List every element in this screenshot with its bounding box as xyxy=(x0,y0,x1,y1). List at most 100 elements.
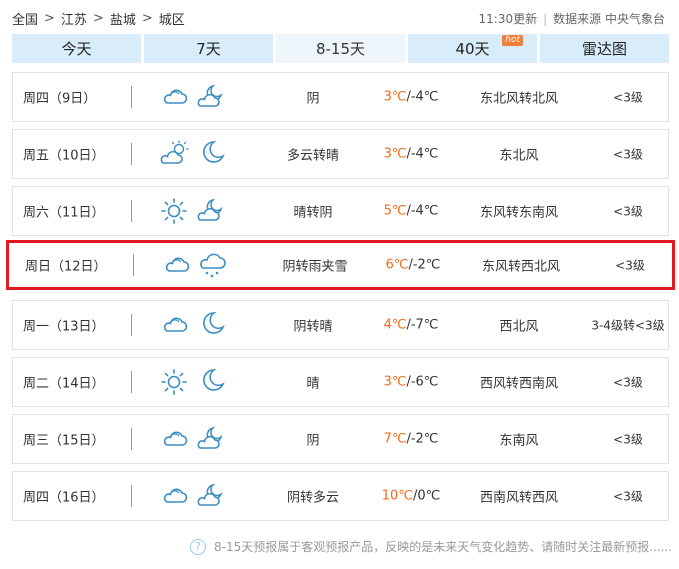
cloudy-icon xyxy=(161,250,191,280)
temp-low: /-2℃ xyxy=(406,431,439,447)
wind-level: <3级 xyxy=(613,204,643,219)
day-label: 周三（15日） xyxy=(23,433,105,449)
chevron-right-icon: > xyxy=(141,11,153,26)
wind-direction: 西南风转西风 xyxy=(479,490,558,506)
row-divider xyxy=(131,314,132,336)
cloudy-icon xyxy=(159,481,189,511)
wind-level: <3级 xyxy=(615,258,645,273)
cloudy-icon xyxy=(159,82,189,112)
breadcrumb-district: 城区 xyxy=(158,13,185,28)
breadcrumb: 全国 > 江苏 > 盐城 > 城区 xyxy=(12,9,185,28)
moon-icon xyxy=(195,139,225,169)
weather-description: 晴 xyxy=(306,376,320,392)
partly-cloudy-night-icon xyxy=(195,82,225,112)
update-time: 11:30更新 xyxy=(478,12,538,26)
hot-badge: hot xyxy=(502,35,523,46)
temp-high: 7℃ xyxy=(383,431,407,447)
tab-radar[interactable]: 雷达图 xyxy=(540,34,669,63)
help-icon[interactable]: ? xyxy=(190,538,206,555)
forecast-tabs: 今天 7天 8-15天 40天 hot 雷达图 xyxy=(12,34,669,63)
weather-description: 阴转多云 xyxy=(286,490,339,506)
row-divider xyxy=(131,485,132,507)
breadcrumb-national[interactable]: 全国 xyxy=(12,9,38,28)
temperature: 6℃/-2℃ xyxy=(363,258,463,273)
weather-description: 阴转晴 xyxy=(293,319,333,335)
sun-icon xyxy=(159,367,189,397)
cloudy-icon xyxy=(159,424,189,454)
tab-40-days[interactable]: 40天 hot xyxy=(408,34,537,63)
forecast-row: 周六（11日） 晴转阴 5℃/-4℃ 东风转东南风 <3级 xyxy=(12,186,669,236)
moon-icon xyxy=(195,367,225,397)
weather-description: 多云转晴 xyxy=(286,148,339,164)
tab-7-days[interactable]: 7天 xyxy=(144,34,273,63)
wind-direction: 西北风 xyxy=(499,319,539,335)
chevron-right-icon: > xyxy=(92,11,104,26)
wind-level: 3-4级转<3级 xyxy=(591,318,665,333)
breadcrumb-city[interactable]: 盐城 xyxy=(110,9,136,28)
partly-cloudy-night-icon xyxy=(195,481,225,511)
footer-text: 8-15天预报属于客观预报产品，反映的是未来天气变化趋势、请随时关注最新预报..… xyxy=(214,540,673,554)
footer-note: ? 8-15天预报属于客观预报产品，反映的是未来天气变化趋势、请随时关注最新预报… xyxy=(190,538,672,555)
wind-level: <3级 xyxy=(613,432,643,447)
sleet-icon xyxy=(197,250,227,280)
meta-divider: | xyxy=(543,11,548,26)
wind-level: <3级 xyxy=(613,147,643,162)
weather-description: 阴 xyxy=(306,91,320,107)
day-label: 周一（13日） xyxy=(23,319,105,335)
wind-level: <3级 xyxy=(613,375,643,390)
wind-direction: 西风转西南风 xyxy=(479,376,558,392)
forecast-row: 周五（10日） 多云转晴 3℃/-4℃ 东北风 <3级 xyxy=(12,129,669,179)
cloudy-icon xyxy=(159,310,189,340)
temp-low: /-6℃ xyxy=(406,374,439,390)
temperature: 7℃/-2℃ xyxy=(361,432,461,447)
weather-description: 阴转雨夹雪 xyxy=(282,259,348,275)
chevron-right-icon: > xyxy=(44,11,55,26)
row-divider xyxy=(133,254,134,276)
temperature: 10℃/0℃ xyxy=(361,489,461,504)
data-source: 数据来源 中央气象台 xyxy=(553,12,665,26)
partly-cloudy-night-icon xyxy=(195,424,225,454)
row-divider xyxy=(131,428,132,450)
row-divider xyxy=(131,200,132,222)
top-bar: 全国 > 江苏 > 盐城 > 城区 11:30更新 | 数据来源 中央气象台 xyxy=(0,0,679,34)
wind-direction: 东风转西北风 xyxy=(481,259,560,275)
wind-direction: 东南风 xyxy=(499,433,539,449)
temp-low: /-2℃ xyxy=(408,257,441,273)
row-divider xyxy=(131,371,132,393)
day-label: 周五（10日） xyxy=(23,148,105,164)
temp-high: 4℃ xyxy=(383,317,407,333)
day-label: 周二（14日） xyxy=(23,376,105,392)
forecast-row: 周四（9日） 阴 3℃/-4℃ 东北风转北风 <3级 xyxy=(12,72,669,122)
temp-high: 3℃ xyxy=(383,374,407,390)
temperature: 4℃/-7℃ xyxy=(361,318,461,333)
row-divider xyxy=(131,143,132,165)
partly-cloudy-day-icon xyxy=(159,139,189,169)
day-label: 周六（11日） xyxy=(23,205,105,221)
wind-level: <3级 xyxy=(613,90,643,105)
forecast-row-highlighted: 周日（12日） 阴转雨夹雪 6℃/-2℃ 东风转西北风 <3级 xyxy=(6,240,675,290)
forecast-row: 周一（13日） 阴转晴 4℃/-7℃ 西北风 3-4级转<3级 xyxy=(12,300,669,350)
temperature: 3℃/-6℃ xyxy=(361,375,461,390)
day-label: 周四（16日） xyxy=(23,490,105,506)
wind-level: <3级 xyxy=(613,489,643,504)
temp-low: /-4℃ xyxy=(406,89,439,105)
tab-today[interactable]: 今天 xyxy=(12,34,141,63)
temp-low: /0℃ xyxy=(412,488,441,504)
forecast-row: 周四（16日） 阴转多云 10℃/0℃ 西南风转西风 <3级 xyxy=(12,471,669,521)
temp-high: 3℃ xyxy=(383,146,407,162)
temperature: 3℃/-4℃ xyxy=(361,147,461,162)
temp-high: 5℃ xyxy=(383,203,407,219)
tab-8-15-days[interactable]: 8-15天 xyxy=(276,34,405,63)
weather-description: 晴转阴 xyxy=(293,205,333,221)
temp-low: /-4℃ xyxy=(406,203,439,219)
weather-description: 阴 xyxy=(306,433,320,449)
temp-low: /-7℃ xyxy=(406,317,439,333)
temperature: 5℃/-4℃ xyxy=(361,204,461,219)
update-meta: 11:30更新 | 数据来源 中央气象台 xyxy=(479,10,665,27)
breadcrumb-province[interactable]: 江苏 xyxy=(61,9,87,28)
wind-direction: 东北风转北风 xyxy=(479,91,558,107)
row-divider xyxy=(131,86,132,108)
wind-direction: 东北风 xyxy=(499,148,539,164)
forecast-row: 周三（15日） 阴 7℃/-2℃ 东南风 <3级 xyxy=(12,414,669,464)
temp-low: /-4℃ xyxy=(406,146,439,162)
